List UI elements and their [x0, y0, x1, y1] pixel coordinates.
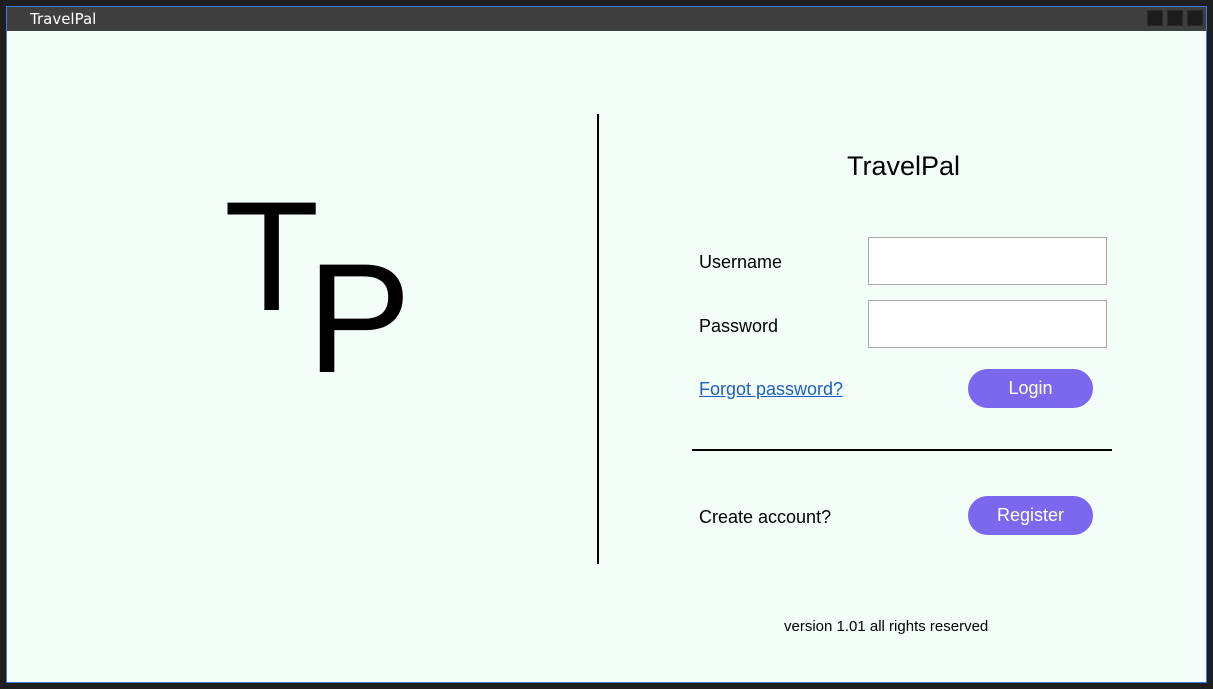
logo-letter-t: T	[224, 170, 320, 344]
login-button[interactable]: Login	[968, 369, 1093, 408]
password-label: Password	[699, 316, 779, 336]
username-label: Username	[699, 252, 783, 272]
close-icon[interactable]	[1187, 10, 1203, 26]
username-input[interactable]	[868, 237, 1107, 285]
title-bar[interactable]: TravelPal	[7, 7, 1206, 31]
vertical-divider	[597, 114, 599, 564]
version-text: version 1.01 all rights reserved	[784, 618, 989, 635]
app-window: TravelPal T P TravelPal Username Passwor…	[6, 6, 1207, 683]
password-input[interactable]	[868, 300, 1107, 348]
maximize-icon[interactable]	[1167, 10, 1183, 26]
register-button[interactable]: Register	[968, 496, 1093, 535]
logo-letter-p: P	[307, 232, 412, 406]
horizontal-divider	[692, 449, 1112, 451]
create-account-label: Create account?	[699, 507, 832, 527]
forgot-password-link[interactable]: Forgot password?	[699, 378, 843, 400]
minimize-icon[interactable]	[1147, 10, 1163, 26]
app-title: TravelPal	[847, 151, 961, 181]
window-title: TravelPal	[30, 10, 97, 28]
